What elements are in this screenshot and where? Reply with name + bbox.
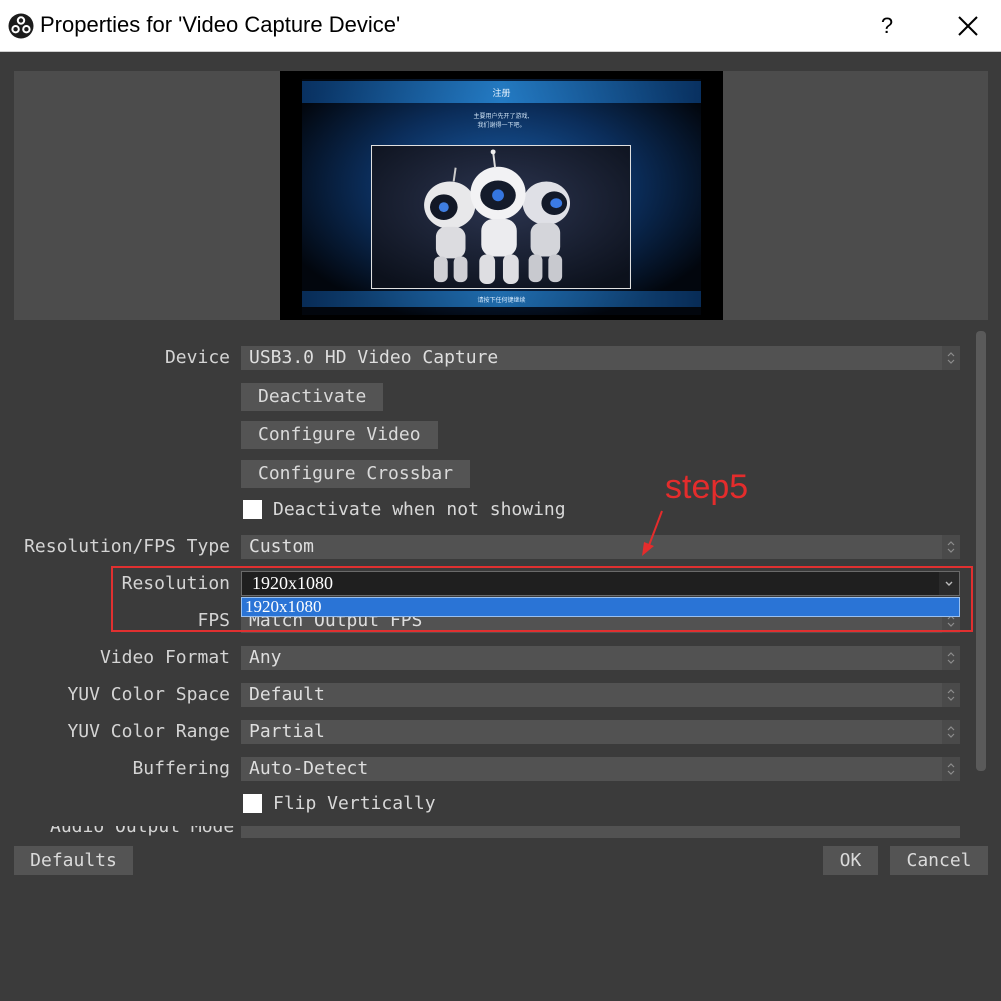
res-fps-type-select[interactable]: Custom bbox=[241, 535, 960, 559]
yuv-color-range-select[interactable]: Partial bbox=[241, 720, 960, 744]
updown-arrow-icon bbox=[942, 646, 960, 670]
yuv-color-space-value: Default bbox=[249, 684, 325, 705]
device-select[interactable]: USB3.0 HD Video Capture bbox=[241, 346, 960, 370]
device-select-value: USB3.0 HD Video Capture bbox=[249, 347, 499, 368]
res-fps-type-value: Custom bbox=[249, 536, 315, 557]
obs-logo-icon bbox=[8, 13, 34, 39]
yuv-color-range-value: Partial bbox=[249, 721, 325, 742]
audio-output-mode-row: Audio Output Mode bbox=[0, 826, 976, 838]
ok-button[interactable]: OK bbox=[823, 846, 878, 875]
deactivate-when-not-showing-label: Deactivate when not showing bbox=[273, 499, 566, 520]
preview-message-line-1: 主要用户先开了游戏, bbox=[473, 113, 530, 120]
device-label: Device bbox=[164, 347, 230, 368]
fps-label: FPS bbox=[197, 610, 230, 631]
flip-vertically-label: Flip Vertically bbox=[273, 793, 436, 814]
preview-robot-image bbox=[371, 145, 631, 289]
buffering-value: Auto-Detect bbox=[249, 758, 369, 779]
robot-illustration-icon bbox=[372, 146, 630, 288]
preview-screen-footer: 请按下任何键继续 bbox=[477, 297, 526, 304]
yuv-color-range-label: YUV Color Range bbox=[67, 721, 230, 742]
annotation-arrow-icon bbox=[642, 510, 663, 556]
updown-arrow-icon bbox=[942, 683, 960, 707]
updown-arrow-icon bbox=[942, 346, 960, 370]
resolution-dropdown-list[interactable]: 1920x1080 bbox=[241, 597, 960, 617]
buffering-select[interactable]: Auto-Detect bbox=[241, 757, 960, 781]
video-format-label: Video Format bbox=[99, 647, 230, 668]
cancel-button[interactable]: Cancel bbox=[890, 846, 988, 875]
updown-arrow-icon bbox=[942, 757, 960, 781]
preview-screen-title: 注册 bbox=[492, 89, 511, 99]
yuv-color-space-select[interactable]: Default bbox=[241, 683, 960, 707]
buffering-label: Buffering bbox=[132, 758, 230, 779]
resolution-label: Resolution bbox=[121, 573, 230, 594]
deactivate-button[interactable]: Deactivate bbox=[241, 383, 384, 411]
resolution-select[interactable]: 1920x1080 bbox=[241, 571, 960, 596]
preview-screen-message: 主要用户先开了游戏, 我们谢得一下吧。 bbox=[280, 112, 723, 130]
res-fps-type-label: Resolution/FPS Type bbox=[24, 536, 230, 557]
annotation-step-label: step5 bbox=[665, 468, 749, 506]
configure-video-button[interactable]: Configure Video bbox=[241, 421, 438, 449]
defaults-button[interactable]: Defaults bbox=[14, 846, 133, 875]
video-format-value: Any bbox=[249, 647, 282, 668]
audio-output-mode-label: Audio Output Mode bbox=[50, 826, 235, 837]
audio-output-mode-select[interactable] bbox=[241, 826, 960, 838]
preview-frame: 注册 主要用户先开了游戏, 我们谢得一下吧。 请按下任何键继续 bbox=[280, 71, 723, 320]
help-button[interactable]: ? bbox=[872, 8, 902, 44]
resolution-value: 1920x1080 bbox=[252, 573, 333, 593]
properties-scrollbar[interactable] bbox=[976, 331, 986, 771]
close-icon[interactable] bbox=[950, 8, 986, 44]
checkbox-box[interactable] bbox=[243, 794, 262, 813]
chevron-down-icon[interactable] bbox=[939, 572, 959, 595]
resolution-option[interactable]: 1920x1080 bbox=[245, 597, 322, 616]
updown-arrow-icon bbox=[942, 720, 960, 744]
video-format-select[interactable]: Any bbox=[241, 646, 960, 670]
video-preview: 注册 主要用户先开了游戏, 我们谢得一下吧。 请按下任何键继续 bbox=[14, 71, 988, 320]
preview-message-line-2: 我们谢得一下吧。 bbox=[477, 122, 526, 129]
yuv-color-space-label: YUV Color Space bbox=[67, 684, 230, 705]
title-bar: Properties for 'Video Capture Device' ? bbox=[0, 0, 1001, 52]
configure-crossbar-button[interactable]: Configure Crossbar bbox=[241, 460, 471, 488]
updown-arrow-icon bbox=[942, 535, 960, 559]
checkbox-box[interactable] bbox=[243, 500, 262, 519]
window-title: Properties for 'Video Capture Device' bbox=[40, 12, 401, 37]
